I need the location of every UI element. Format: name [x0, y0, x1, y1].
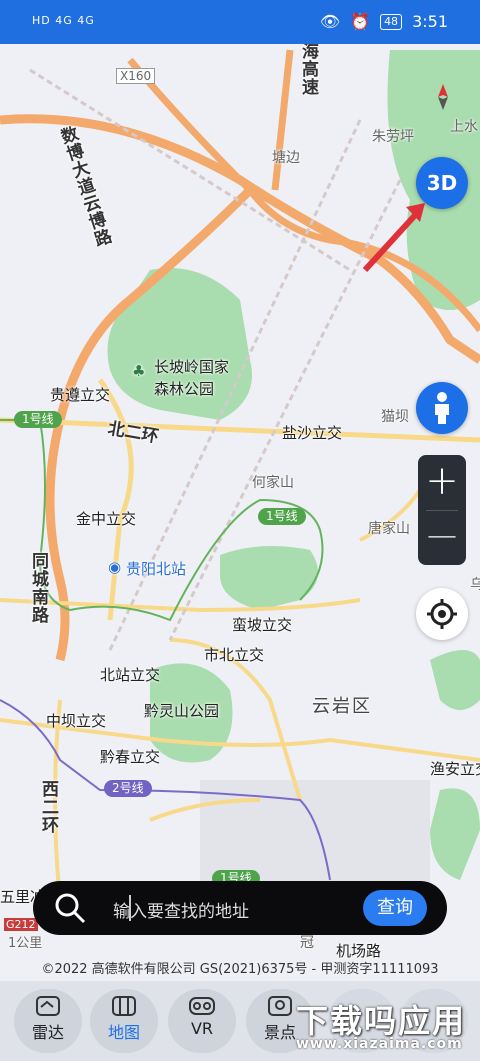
metro-line1-label: 1号线	[258, 508, 306, 525]
map-icon	[112, 996, 136, 1016]
place-guizun: 贵遵立交	[50, 386, 111, 404]
road-g212: G212	[4, 918, 38, 931]
place-beizhan: 北站立交	[100, 666, 161, 684]
street-view-button[interactable]	[416, 382, 468, 434]
radar-icon	[36, 996, 60, 1016]
person-icon	[435, 392, 449, 424]
tab-label: VR	[190, 1019, 214, 1038]
district-yunyan: 云岩区	[312, 696, 372, 717]
place-changpoling: 长坡岭国家	[154, 358, 230, 376]
road-xierhuan: 西二环	[38, 780, 58, 834]
3d-button[interactable]: 3D	[416, 157, 468, 209]
road-highway: 海高速	[298, 44, 318, 96]
place-partial: 乌	[470, 577, 480, 593]
search-input[interactable]: 输入要查找的地址	[113, 897, 249, 922]
compass-icon[interactable]	[432, 82, 454, 112]
place-yuan: 渔安立交	[430, 760, 480, 778]
place-jinzhong: 金中立交	[76, 510, 137, 528]
zoom-out-button[interactable]: —	[418, 510, 466, 565]
place-qianchun: 黔春立交	[100, 748, 161, 766]
locate-button[interactable]	[416, 588, 468, 640]
tab-label: 地图	[107, 1023, 140, 1042]
vr-goggles-icon	[189, 997, 215, 1015]
scale-label: 1公里	[8, 936, 43, 951]
place-tangjiashan: 唐家山	[368, 521, 410, 537]
place-zhongba: 中坝立交	[46, 712, 107, 730]
road-x160: X160	[116, 68, 156, 84]
scenic-icon	[268, 996, 292, 1016]
search-bar[interactable]: 输入要查找的地址 查询	[33, 881, 447, 935]
place-partial-2: 冠	[300, 935, 314, 951]
tab-radar[interactable]: 雷达	[14, 989, 82, 1053]
search-icon	[55, 893, 86, 924]
status-bar: HD 4G 4G 👁 ⏰ 48 3:51	[0, 0, 480, 44]
eye-icon: 👁	[319, 12, 341, 31]
crosshair-icon	[427, 599, 457, 629]
place-maoba: 猫坝	[381, 409, 409, 425]
signal-indicators: HD 4G 4G	[32, 14, 95, 27]
place-qianling: 黔灵山公园	[144, 702, 220, 720]
tab-label: 雷达	[31, 1023, 64, 1042]
map-view[interactable]: X160 数博大道云博路 海高速 塘边 朱劳坪 上水 ♣ 长坡岭国家 森林公园 …	[0, 44, 480, 990]
map-copyright: ©2022 高德软件有限公司 GS(2021)6375号 - 甲测资字11111…	[41, 962, 439, 977]
zoom-in-button[interactable]: +	[418, 455, 466, 510]
zoom-control: + —	[418, 455, 466, 565]
watermark-url: www.xiazaima.com	[296, 1036, 463, 1052]
clock: 3:51	[412, 12, 448, 31]
tab-vr[interactable]: VR	[168, 989, 236, 1053]
metro-line1-label: 1号线	[14, 411, 62, 428]
tab-map[interactable]: 地图	[90, 989, 158, 1053]
metro-line2-label: 2号线	[104, 780, 152, 797]
place-forest-park: 森林公园	[154, 380, 215, 398]
place-shibei: 市北立交	[204, 646, 265, 664]
station-icon: ◉	[108, 558, 122, 576]
place-yansha: 盐沙立交	[282, 424, 343, 442]
place-manpo: 蛮坡立交	[232, 616, 293, 634]
tree-icon: ♣	[132, 362, 146, 380]
search-button[interactable]: 查询	[363, 890, 427, 926]
status-right: 👁 ⏰ 48 3:51	[320, 12, 448, 31]
battery-indicator: 48	[380, 13, 403, 30]
place-hejiashan: 何家山	[252, 475, 294, 491]
place-guiyang-north: 贵阳北站	[126, 560, 187, 578]
alarm-icon: ⏰	[350, 12, 371, 31]
place-zhulaoping: 朱劳坪	[372, 129, 414, 145]
road-tongcheng: 同城南路	[28, 552, 48, 624]
place-shangshui: 上水	[450, 119, 478, 135]
place-tangbian: 塘边	[272, 150, 300, 166]
